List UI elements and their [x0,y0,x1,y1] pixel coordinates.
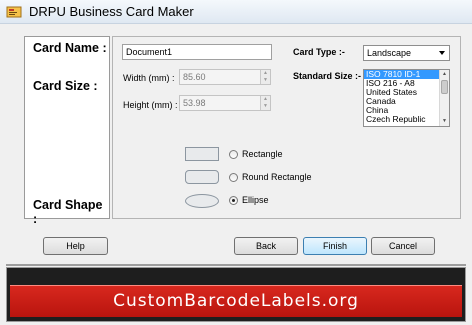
finish-button[interactable]: Finish [303,237,367,255]
chevron-down-icon [439,51,445,55]
standard-size-list[interactable]: ISO 7810 ID-1 ISO 216 - A8 United States… [363,69,450,127]
ellipse-preview [185,194,219,208]
ellipse-label: Ellipse [242,195,269,205]
window-title: DRPU Business Card Maker [29,4,194,19]
width-value: 85.60 [183,72,206,82]
scroll-down-icon[interactable]: ▼ [440,117,449,126]
radio-button[interactable] [229,173,238,182]
round-rectangle-preview [185,170,219,184]
width-stepper[interactable]: 85.60 ▲ ▼ [179,69,271,85]
scroll-thumb[interactable] [441,80,448,94]
card-size-heading: Card Size : [33,79,98,93]
card-type-label: Card Type :- [293,47,345,57]
shape-radio-rectangle[interactable]: Rectangle [229,149,309,161]
radio-button[interactable] [229,150,238,159]
width-label: Width (mm) : [123,73,175,83]
cancel-button[interactable]: Cancel [371,237,435,255]
labels-panel: Card Name : Card Size : Card Shape : [24,36,110,226]
banner-red-band: CustomBarcodeLabels.org [10,285,462,317]
content-panel: Document1 Width (mm) : 85.60 ▲ ▼ Height (… [112,36,461,219]
scroll-up-icon[interactable]: ▲ [440,70,449,79]
shape-radio-ellipse[interactable]: Ellipse [229,195,309,207]
shape-radio-round-rectangle[interactable]: Round Rectangle [229,172,329,184]
footer-divider [6,264,466,266]
card-shape-heading: Card Shape : [33,198,103,226]
width-spin-buttons[interactable]: ▲ ▼ [260,70,270,84]
list-item-czech-republic[interactable]: Czech Republic [364,115,449,124]
radio-button-checked[interactable] [229,196,238,205]
card-name-heading: Card Name : [33,41,107,55]
card-type-select[interactable]: Landscape [363,45,450,61]
card-name-input[interactable]: Document1 [122,44,272,60]
round-rectangle-label: Round Rectangle [242,172,312,182]
standard-size-label: Standard Size :- [293,71,362,81]
help-button[interactable]: Help [43,237,108,255]
rectangle-preview [185,147,219,161]
back-button[interactable]: Back [234,237,298,255]
list-scrollbar[interactable]: ▲ ▼ [439,70,449,126]
height-stepper[interactable]: 53.98 ▲ ▼ [179,95,271,111]
app-card-icon [6,5,22,19]
height-value: 53.98 [183,98,206,108]
rectangle-label: Rectangle [242,149,283,159]
footer-banner: CustomBarcodeLabels.org [6,267,466,322]
height-label: Height (mm) : [123,100,178,110]
card-type-value: Landscape [367,48,412,58]
height-spin-buttons[interactable]: ▲ ▼ [260,96,270,110]
banner-text: CustomBarcodeLabels.org [113,291,359,311]
title-bar: DRPU Business Card Maker [0,0,472,24]
